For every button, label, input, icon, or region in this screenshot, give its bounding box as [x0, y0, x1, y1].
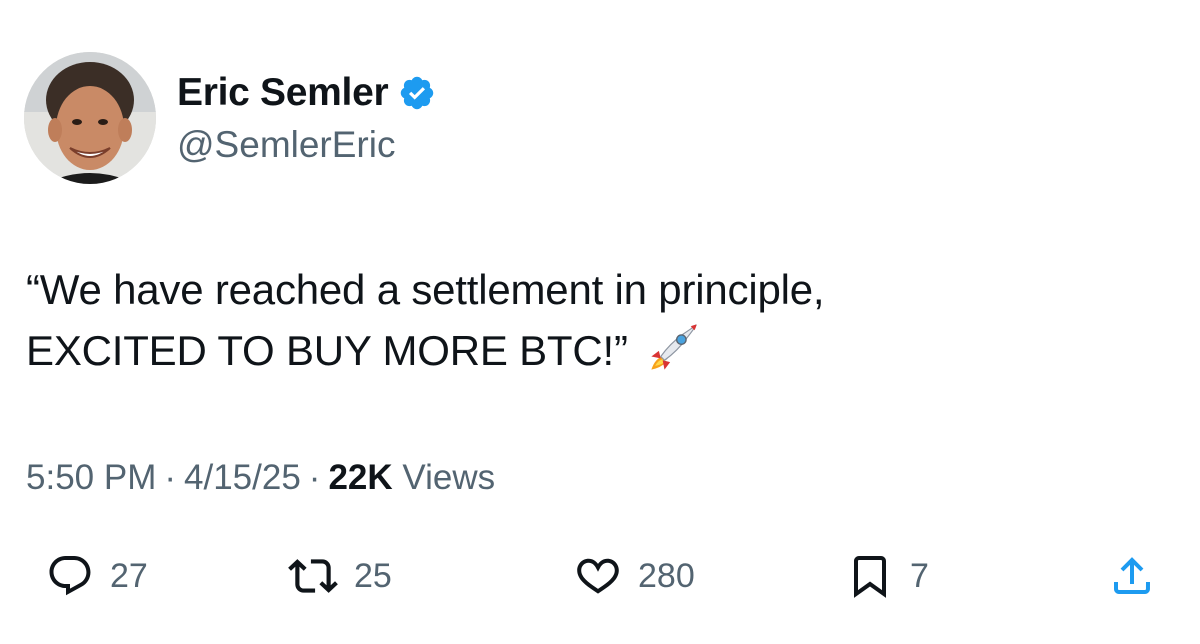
author-handle[interactable]: @SemlerEric [177, 124, 395, 166]
bookmark-button[interactable]: 7 [846, 546, 929, 606]
like-button[interactable]: 280 [574, 546, 695, 606]
author-name-row: Eric Semler [177, 70, 436, 116]
retweet-icon [288, 551, 338, 601]
tweet-text-line-2-content: EXCITED TO BUY MORE BTC!” [26, 327, 628, 374]
tweet-text-line-2: EXCITED TO BUY MORE BTC!” [26, 319, 1126, 380]
tweet-time[interactable]: 5:50 PM [26, 458, 156, 497]
tweet-card: Eric Semler @SemlerEric “We have reached… [0, 0, 1200, 644]
reply-icon [46, 552, 94, 600]
tweet-text-line-1: “We have reached a settlement in princip… [26, 266, 825, 313]
views-count: 22K [328, 458, 393, 497]
avatar-image [24, 52, 156, 184]
reply-count: 27 [110, 556, 148, 595]
tweet-actions: 27 25 280 7 [0, 546, 1200, 606]
meta-separator: · [308, 458, 321, 497]
tweet-meta: 5:50 PM · 4/15/25 · 22K Views [26, 458, 495, 498]
reply-button[interactable]: 27 [46, 546, 148, 606]
rocket-icon [642, 319, 702, 379]
meta-separator: · [164, 458, 177, 497]
bookmark-count: 7 [910, 556, 929, 595]
retweet-count: 25 [354, 556, 392, 595]
share-button[interactable] [1108, 546, 1156, 606]
retweet-button[interactable]: 25 [288, 546, 392, 606]
verified-badge-icon [398, 74, 436, 112]
heart-icon [574, 552, 622, 600]
tweet-text: “We have reached a settlement in princip… [26, 260, 1126, 380]
tweet-date[interactable]: 4/15/25 [184, 458, 301, 497]
share-icon [1108, 552, 1156, 600]
author-display-name[interactable]: Eric Semler [177, 71, 389, 115]
avatar[interactable] [24, 52, 156, 184]
bookmark-icon [846, 552, 894, 600]
views-label: Views [402, 458, 496, 497]
like-count: 280 [638, 556, 695, 595]
